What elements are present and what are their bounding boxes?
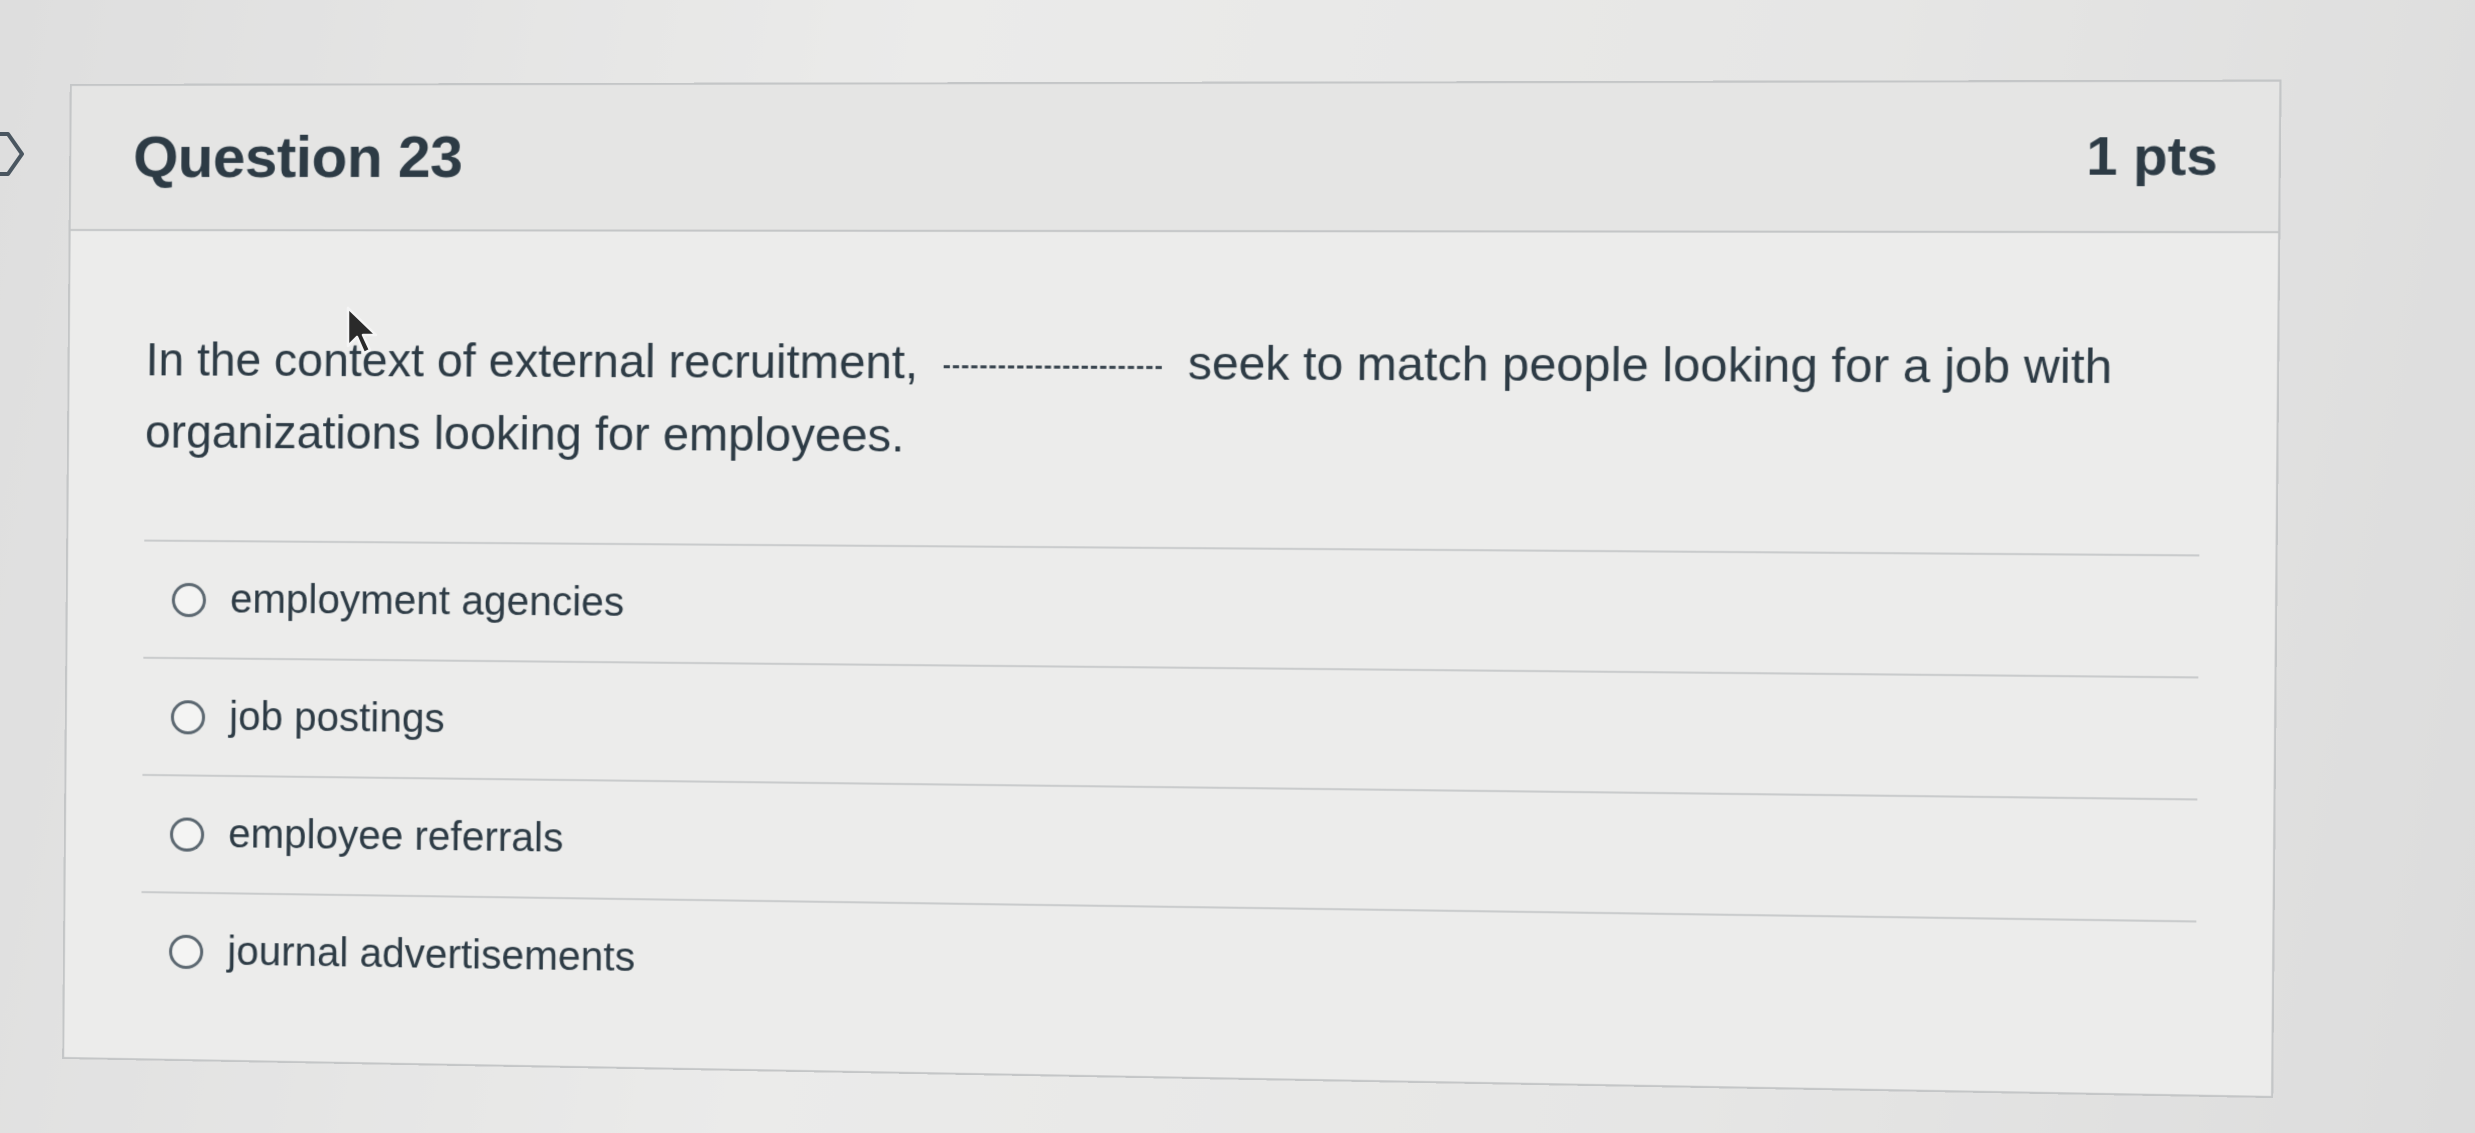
- question-header: Question 23 1 pts: [70, 81, 2280, 234]
- answer-label: job postings: [229, 694, 445, 742]
- answer-list: employment agencies job postings employe…: [140, 539, 2200, 1043]
- question-text-before-blank: In the context of external recruitment,: [145, 333, 932, 389]
- fill-in-blank: [943, 363, 1163, 370]
- answer-option-employment-agencies[interactable]: employment agencies: [143, 541, 2200, 679]
- radio-button[interactable]: [171, 582, 207, 617]
- question-points: 1 pts: [2085, 126, 2219, 187]
- mouse-pointer-icon: [346, 306, 378, 355]
- answer-label: employment agencies: [229, 577, 625, 625]
- answer-label: journal advertisements: [227, 929, 636, 981]
- radio-button[interactable]: [168, 934, 204, 969]
- flag-question-icon[interactable]: [0, 128, 30, 180]
- radio-button[interactable]: [169, 816, 205, 852]
- question-text: In the context of external recruitment, …: [145, 323, 2201, 479]
- question-card: Question 23 1 pts In the context of exte…: [62, 79, 2282, 1099]
- question-body: In the context of external recruitment, …: [65, 231, 2279, 1044]
- radio-button[interactable]: [170, 699, 206, 735]
- question-title: Question 23: [132, 124, 463, 191]
- answer-label: employee referrals: [228, 812, 564, 861]
